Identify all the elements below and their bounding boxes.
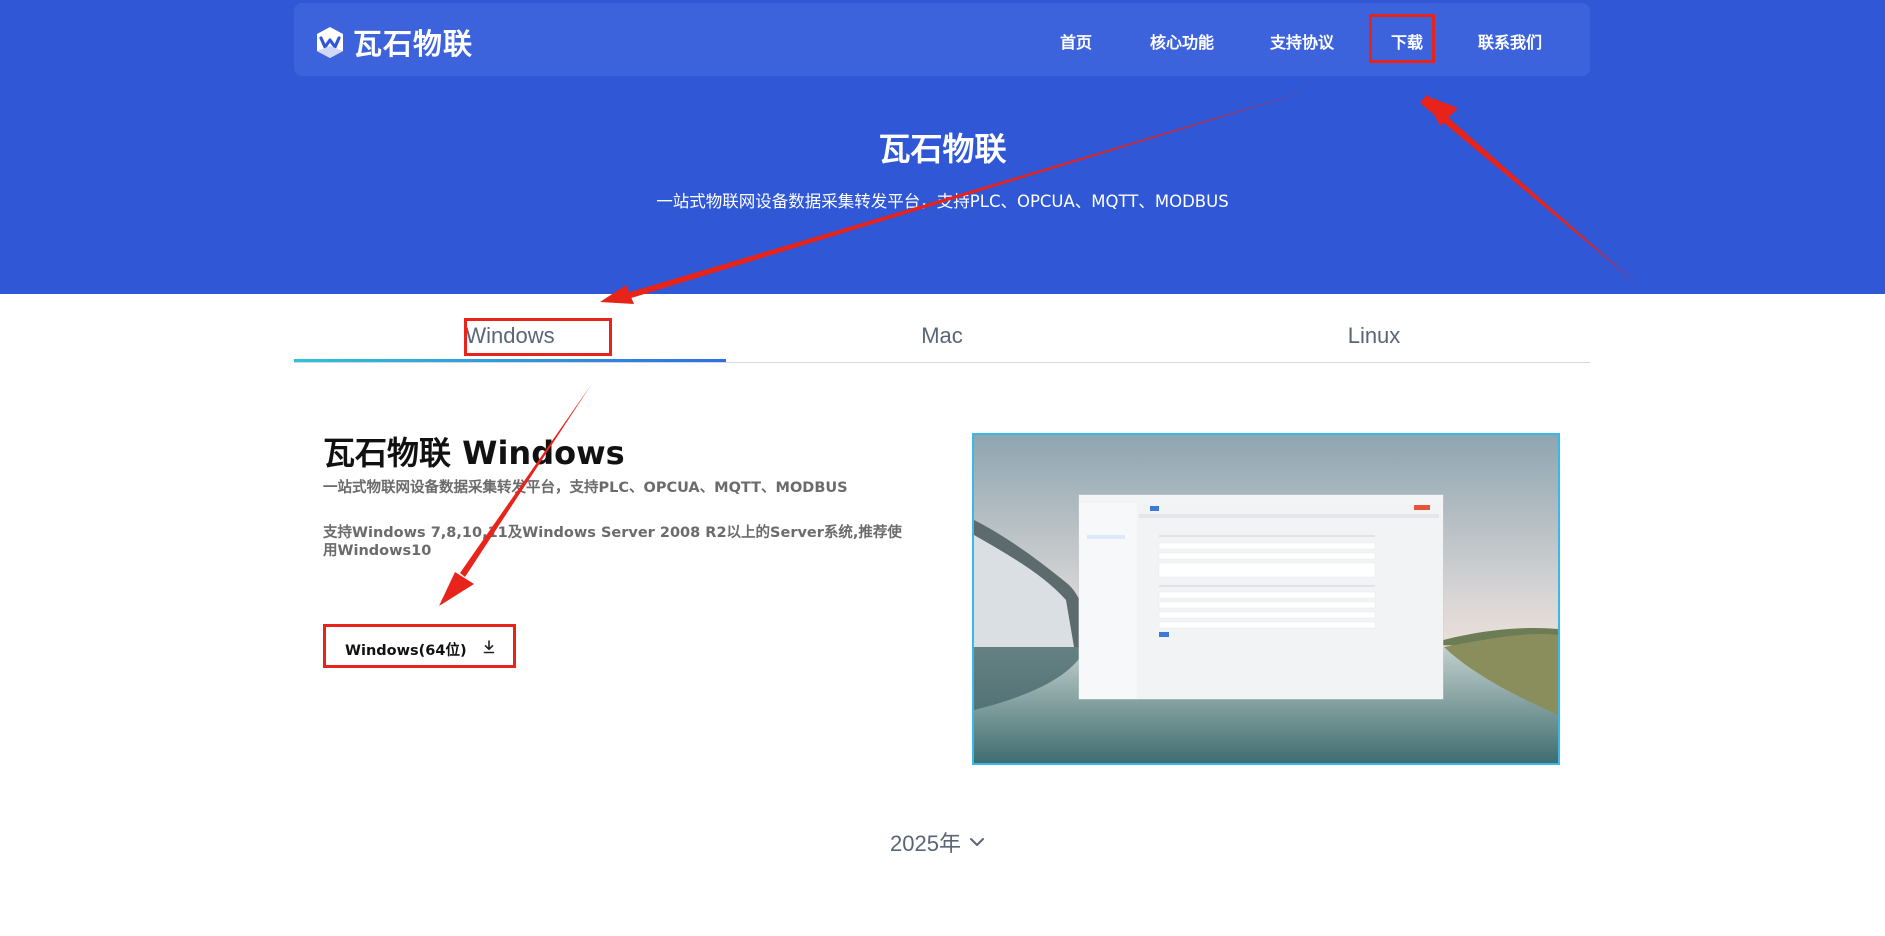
nav-item-home[interactable]: 首页 <box>1060 29 1092 53</box>
tab-active-indicator <box>294 359 726 362</box>
hero-title: 瓦石物联 <box>878 130 1007 168</box>
logo-mark-icon <box>317 27 343 58</box>
product-description: 支持Windows 7,8,10,11及Windows Server 2008 … <box>323 525 902 559</box>
tab-linux-label: Linux <box>1347 323 1401 348</box>
download-windows-64-button[interactable]: Windows(64位) <box>323 624 516 668</box>
os-tabs: Windows Mac Linux <box>294 318 1590 363</box>
nav-item-contact[interactable]: 联系我们 <box>1478 29 1542 53</box>
app-preview-illustration <box>974 435 1558 763</box>
tab-linux[interactable]: Linux <box>1158 318 1590 362</box>
nav-item-protocols[interactable]: 支持协议 <box>1270 29 1334 53</box>
product-title: 瓦石物联 Windows <box>323 434 625 472</box>
hero-banner: 瓦石物联 首页 核心功能 支持协议 下载 联系我们 瓦石物联 一站式物联网设备数… <box>0 0 1885 294</box>
chevron-down-icon <box>969 838 984 846</box>
year-label: 2025年 <box>890 831 961 856</box>
year-selector[interactable]: 2025年 <box>890 826 985 858</box>
brand-name: 瓦石物联 <box>353 27 474 61</box>
download-icon <box>483 640 495 654</box>
windows-tab-highlight-box <box>464 318 612 356</box>
product-subtitle: 一站式物联网设备数据采集转发平台，支持PLC、OPCUA、MQTT、MODBUS <box>323 480 848 496</box>
app-preview-image <box>972 433 1560 765</box>
tab-mac-label: Mac <box>921 323 963 348</box>
nav-item-features[interactable]: 核心功能 <box>1150 29 1214 53</box>
download-nav-highlight-box <box>1369 14 1435 63</box>
brand-logo[interactable]: 瓦石物联 <box>314 21 473 63</box>
top-navbar: 瓦石物联 首页 核心功能 支持协议 下载 联系我们 <box>294 3 1590 76</box>
download-button-label: Windows(64位) <box>345 643 467 659</box>
hero-subtitle: 一站式物联网设备数据采集转发平台，支持PLC、OPCUA、MQTT、MODBUS <box>656 192 1229 211</box>
tab-mac[interactable]: Mac <box>726 318 1158 362</box>
